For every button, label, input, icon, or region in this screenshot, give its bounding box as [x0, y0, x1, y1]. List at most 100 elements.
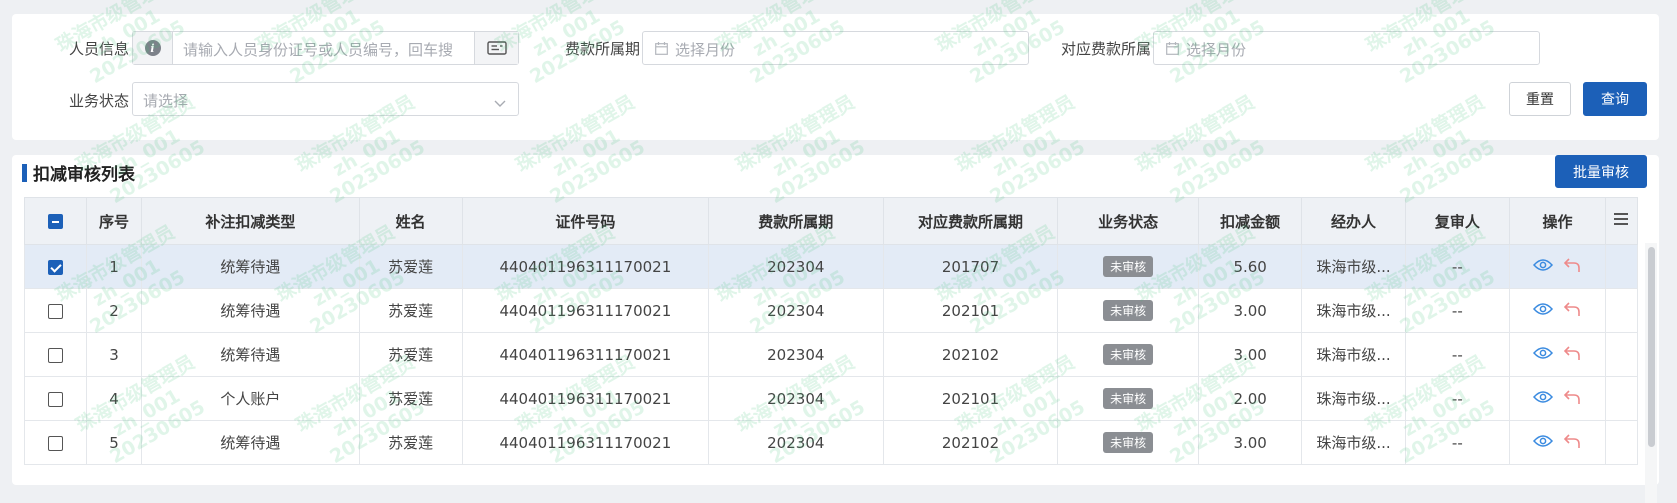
cell-period: 202304: [707, 332, 884, 377]
view-icon[interactable]: [1533, 258, 1554, 276]
cell-name: 苏爱莲: [358, 420, 463, 465]
status-badge: 未审核: [1103, 256, 1154, 277]
return-icon[interactable]: [1563, 433, 1581, 453]
row-checkbox[interactable]: [24, 420, 87, 465]
review-table: 序号 补注扣减类型 姓名 证件号码 费款所属期 对应费款所属期 业务状态 扣减金…: [24, 197, 1639, 465]
actions-cell: [1509, 332, 1606, 377]
corr-period-label: 对应费款所属: [1061, 40, 1152, 58]
cell-handler: 珠海市级...: [1301, 376, 1406, 421]
col-header: 对应费款所属期: [882, 197, 1059, 245]
amount-link[interactable]: 3.00: [1197, 288, 1303, 333]
cell-type: 统筹待遇: [141, 420, 360, 465]
cell-no: 1: [85, 244, 143, 289]
period-month-picker[interactable]: 选择月份: [642, 31, 1029, 65]
person-search-input[interactable]: i 请输入人员身份证号或人员编号，回车搜: [132, 31, 519, 65]
table-header-row: 序号 补注扣减类型 姓名 证件号码 费款所属期 对应费款所属期 业务状态 扣减金…: [24, 197, 1639, 245]
amount-link[interactable]: 3.00: [1197, 332, 1303, 377]
cell-corr: 201707: [882, 244, 1059, 289]
cell-id: 440401196311170021: [461, 288, 709, 333]
row-checkbox[interactable]: [24, 332, 87, 377]
status-select[interactable]: 请选择: [132, 82, 519, 116]
return-icon[interactable]: [1563, 345, 1581, 365]
view-icon[interactable]: [1533, 434, 1554, 452]
status-label: 业务状态: [69, 92, 130, 110]
status-badge: 未审核: [1103, 432, 1154, 453]
row-checkbox[interactable]: [24, 288, 87, 333]
status-badge: 未审核: [1103, 344, 1154, 365]
row-spacer: [1604, 376, 1639, 421]
col-header: 补注扣减类型: [141, 197, 360, 245]
return-icon[interactable]: [1563, 257, 1581, 277]
cell-no: 4: [85, 376, 143, 421]
cell-reviewer: --: [1404, 420, 1511, 465]
batch-review-button[interactable]: 批量审核: [1555, 155, 1647, 188]
calendar-icon: [1166, 41, 1179, 59]
row-spacer: [1604, 332, 1639, 377]
cell-id: 440401196311170021: [461, 244, 709, 289]
col-header: 费款所属期: [707, 197, 884, 245]
info-icon: i: [133, 32, 173, 64]
return-icon[interactable]: [1563, 301, 1581, 321]
actions-cell: [1509, 288, 1606, 333]
corr-period-placeholder: 选择月份: [1186, 41, 1247, 59]
view-icon[interactable]: [1533, 302, 1554, 320]
row-spacer: [1604, 244, 1639, 289]
cell-type: 统筹待遇: [141, 288, 360, 333]
cell-no: 3: [85, 332, 143, 377]
view-icon[interactable]: [1533, 390, 1554, 408]
cell-handler: 珠海市级...: [1301, 420, 1406, 465]
cell-type: 统筹待遇: [141, 244, 360, 289]
cell-period: 202304: [707, 376, 884, 421]
table-scrollbar-thumb[interactable]: [1648, 247, 1655, 447]
cell-reviewer: --: [1404, 288, 1511, 333]
reset-button[interactable]: 重置: [1509, 82, 1571, 116]
list-title: 扣减审核列表: [33, 165, 135, 185]
cell-no: 5: [85, 420, 143, 465]
status-cell: 未审核: [1057, 288, 1199, 333]
table-row[interactable]: 2 统筹待遇 苏爱莲 440401196311170021 202304 202101 未审…: [24, 288, 1639, 333]
amount-link[interactable]: 5.60: [1197, 244, 1303, 289]
cell-id: 440401196311170021: [461, 420, 709, 465]
corr-period-month-picker[interactable]: 选择月份: [1153, 31, 1540, 65]
deduction-review-panel: 扣减审核列表 批量审核 序号 补注扣减类型 姓名 证件号码 费款所属期 对应费款…: [12, 155, 1659, 503]
cell-corr: 202102: [882, 332, 1059, 377]
row-checkbox[interactable]: [24, 244, 87, 289]
cell-type: 统筹待遇: [141, 332, 360, 377]
cell-no: 2: [85, 288, 143, 333]
amount-link[interactable]: 2.00: [1197, 376, 1303, 421]
table-row[interactable]: 1 统筹待遇 苏爱莲 440401196311170021 202304 201707 未审…: [24, 244, 1639, 289]
person-search-placeholder: 请输入人员身份证号或人员编号，回车搜: [183, 41, 454, 59]
cell-handler: 珠海市级...: [1301, 244, 1406, 289]
return-icon[interactable]: [1563, 389, 1581, 409]
col-header: 操作: [1509, 197, 1606, 245]
status-cell: 未审核: [1057, 244, 1199, 289]
cell-type: 个人账户: [141, 376, 360, 421]
table-row[interactable]: 3 统筹待遇 苏爱莲 440401196311170021 202304 202102 未审…: [24, 332, 1639, 377]
col-header: 序号: [85, 197, 143, 245]
status-badge: 未审核: [1103, 300, 1154, 321]
cell-name: 苏爱莲: [358, 244, 463, 289]
table-row[interactable]: 4 个人账户 苏爱莲 440401196311170021 202304 202101 未审…: [24, 376, 1639, 421]
cell-corr: 202101: [882, 288, 1059, 333]
status-badge: 未审核: [1103, 388, 1154, 409]
period-placeholder: 选择月份: [675, 41, 736, 59]
query-button[interactable]: 查询: [1583, 82, 1647, 116]
cell-name: 苏爱莲: [358, 332, 463, 377]
actions-cell: [1509, 244, 1606, 289]
col-header: 姓名: [358, 197, 463, 245]
table-row[interactable]: 5 统筹待遇 苏爱莲 440401196311170021 202304 202102 未审…: [24, 420, 1639, 465]
id-card-icon[interactable]: [474, 32, 518, 64]
row-spacer: [1604, 420, 1639, 465]
amount-link[interactable]: 3.00: [1197, 420, 1303, 465]
actions-cell: [1509, 376, 1606, 421]
view-icon[interactable]: [1533, 346, 1554, 364]
status-cell: 未审核: [1057, 420, 1199, 465]
col-header: 扣减金额: [1197, 197, 1303, 245]
cell-period: 202304: [707, 420, 884, 465]
filter-panel: 人员信息 i 请输入人员身份证号或人员编号，回车搜 费款所属期 选择月份 对应费…: [12, 14, 1659, 140]
row-checkbox[interactable]: [24, 376, 87, 421]
chevron-down-icon: [494, 94, 506, 112]
title-accent-bar: [22, 164, 27, 182]
column-settings-icon[interactable]: [1604, 197, 1639, 245]
select-all-checkbox[interactable]: [24, 197, 87, 245]
